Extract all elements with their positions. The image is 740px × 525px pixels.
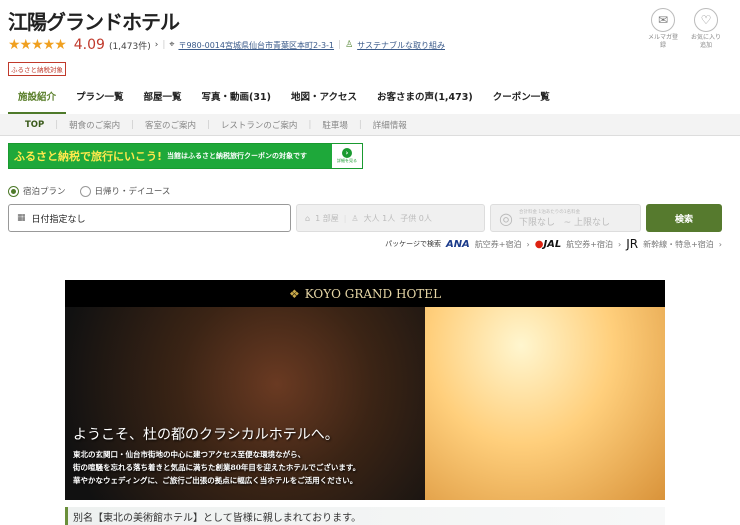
divider: | — [162, 40, 166, 50]
map-pin-icon: ⌖ — [169, 40, 175, 50]
newsletter-label: メルマガ登録 — [647, 34, 678, 49]
hero-line: 街の喧騒を忘れる落ち着きと気品に満ちた創業80年目を迎えたホテルでございます。 — [73, 463, 361, 472]
calendar-icon: ▦ — [17, 213, 26, 223]
subnav-breakfast[interactable]: 朝食のご案内 — [58, 119, 131, 131]
stay-type-radios: 宿泊プラン 日帰り・デイユース — [8, 185, 170, 197]
newsletter-button[interactable]: ✉ メルマガ登録 — [646, 8, 680, 50]
rooms-value: 1 部屋 — [315, 213, 339, 223]
tab-rooms[interactable]: 部屋一覧 — [134, 89, 192, 115]
chevron-right-icon: › — [154, 40, 159, 50]
guest-field[interactable]: ⌂ 1 部屋 | ♙ 大人 1人 子供 0人 — [296, 204, 485, 232]
hero-headline: ようこそ、杜の都のクラシカルホテルへ。 — [73, 427, 339, 443]
sustainable-link[interactable]: サステナブルな取り組み — [357, 40, 445, 51]
review-count-link[interactable]: (1,473件) — [109, 39, 151, 52]
price-tilde: ~ — [563, 217, 572, 228]
banner-text: 当館はふるさと納税旅行クーポンの対象です — [167, 152, 308, 160]
furusato-badge: ふるさと納税対象 — [8, 62, 66, 76]
hero-line: 華やかなウェディングに、ご旅行ご出張の拠点に幅広く当ホテルをご活用ください。 — [73, 476, 358, 485]
jal-package-link[interactable]: 航空券+宿泊 — [566, 239, 613, 250]
lobby-photo — [425, 307, 665, 500]
price-min: 下限なし — [518, 217, 555, 228]
favorite-button[interactable]: ♡ お気に入り追加 — [689, 8, 723, 50]
hotel-photo: ようこそ、杜の都のクラシカルホテルへ。 東北の玄関口・仙台市街地の中心に建つアク… — [65, 307, 665, 500]
divider: | — [343, 213, 347, 223]
package-search: パッケージで検索 ANA 航空券+宿泊 › ●JAL 航空券+宿泊 › JR 新幹線… — [385, 237, 722, 251]
person-icon: ♙ — [351, 213, 359, 223]
tab-overview[interactable]: 施設紹介 — [8, 89, 67, 115]
sub-nav: TOP | 朝食のご案内 | 客室のご案内 | レストランのご案内 | 駐車場 | 詳細情… — [0, 114, 740, 136]
tab-reviews[interactable]: お客さまの声(1,473) — [367, 89, 483, 115]
children-value: 子供 0人 — [400, 213, 432, 223]
crest-icon: ❖ — [288, 286, 300, 301]
favorite-label: お気に入り追加 — [690, 34, 721, 49]
sustainable-icon: ♙ — [345, 40, 354, 50]
chevron-right-icon: › — [526, 239, 530, 249]
hotel-logo-bar: ❖ KOYO GRAND HOTEL — [65, 280, 665, 307]
chevron-right-icon: › — [618, 239, 622, 249]
subnav-restaurant[interactable]: レストランのご案内 — [210, 119, 309, 131]
tab-access[interactable]: 地図・アクセス — [281, 89, 367, 115]
radio-dayuse[interactable]: 日帰り・デイユース — [79, 185, 171, 197]
package-label: パッケージで検索 — [385, 240, 441, 248]
ana-package-link[interactable]: 航空券+宿泊 — [475, 239, 522, 250]
subnav-rooms[interactable]: 客室のご案内 — [134, 119, 207, 131]
radio-label: 宿泊プラン — [23, 187, 66, 197]
mail-icon: ✉ — [651, 8, 675, 32]
hotel-logo-text: KOYO GRAND HOTEL — [304, 286, 442, 301]
banner-more-button[interactable]: › 詳細を見る — [332, 144, 362, 168]
radio-unchecked[interactable] — [79, 185, 91, 197]
radio-checked[interactable] — [8, 185, 19, 197]
tab-coupons[interactable]: クーポン一覧 — [483, 89, 560, 115]
jal-logo: ●JAL — [535, 239, 562, 250]
banner-more-label: 詳細を見る — [337, 158, 357, 163]
main-tabs: 施設紹介 プラン一覧 部屋一覧 写真・動画(31) 地図・アクセス お客さまの声… — [8, 89, 560, 115]
price-field[interactable]: ◎ 合計料金 1泊あたりの1名料金 下限なし ~ 上限なし — [490, 204, 641, 232]
jr-package-link[interactable]: 新幹線・特急+宿泊 — [643, 239, 714, 250]
chevron-right-icon: › — [718, 239, 722, 249]
price-max: 上限なし — [574, 217, 611, 228]
adults-value: 大人 1人 — [363, 213, 396, 223]
address-link[interactable]: 〒980-0014宮城県仙台市青葉区本町2-3-1 — [178, 40, 334, 51]
section-heading: 別名【東北の美術館ホテル】として皆様に親しまれております。 — [65, 507, 665, 525]
date-value: 日付指定なし — [31, 214, 86, 225]
date-field[interactable]: ▦ 日付指定なし — [8, 204, 291, 232]
jr-logo: JR — [626, 237, 639, 251]
coin-icon: ◎ — [499, 208, 513, 228]
tab-photos[interactable]: 写真・動画(31) — [192, 89, 281, 115]
bed-icon: ⌂ — [305, 213, 311, 223]
subnav-top[interactable]: TOP — [14, 120, 55, 130]
radio-overnight[interactable]: 宿泊プラン — [8, 185, 66, 197]
rating-score: 4.09 — [73, 37, 105, 53]
chevron-right-icon: › — [342, 148, 352, 158]
ana-logo: ANA — [445, 238, 470, 250]
radio-label: 日帰り・デイユース — [94, 187, 171, 197]
subnav-details[interactable]: 詳細情報 — [362, 119, 418, 131]
tab-plans[interactable]: プラン一覧 — [66, 89, 134, 115]
divider: | — [338, 40, 342, 50]
furusato-banner[interactable]: ふるさと納税で旅行にいこう! 当館はふるさと納税旅行クーポンの対象です › 詳細を… — [8, 143, 363, 169]
banner-headline: ふるさと納税で旅行にいこう! — [14, 150, 163, 163]
hero-image: ❖ KOYO GRAND HOTEL ようこそ、杜の都のクラシカルホテルへ。 東北… — [65, 280, 665, 500]
heart-icon: ♡ — [694, 8, 718, 32]
rating-row: ★★★★★ 4.09 (1,473件) › | ⌖ 〒980-0014宮城県仙台市… — [8, 37, 445, 53]
subnav-parking[interactable]: 駐車場 — [311, 119, 359, 131]
jal-text: JAL — [543, 238, 562, 250]
search-button[interactable]: 検索 — [646, 204, 722, 232]
hotel-title: 江陽グランドホテル — [8, 10, 180, 34]
star-rating: ★★★★★ — [8, 37, 67, 53]
hero-line: 東北の玄関口・仙台市街地の中心に建つアクセス至便な環境ながら、 — [73, 450, 306, 459]
